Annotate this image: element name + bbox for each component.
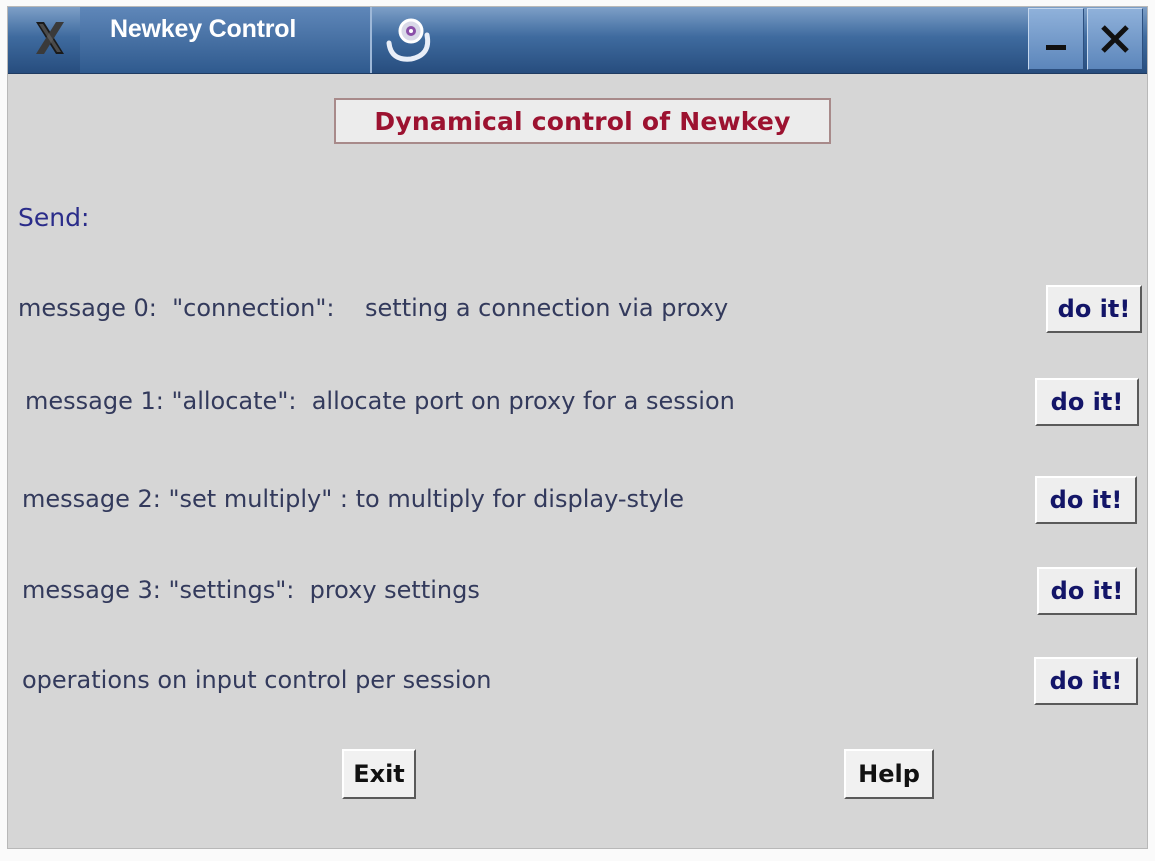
page-heading: Dynamical control of Newkey [334, 98, 831, 144]
window-title-tab[interactable]: Newkey Control [80, 7, 372, 73]
title-bar[interactable]: Newkey Control [8, 7, 1147, 74]
do-it-button-message-3[interactable]: do it! [1037, 567, 1137, 615]
message-2-label: message 2: "set multiply" : to multiply … [22, 485, 685, 513]
swirl-icon [381, 13, 437, 65]
do-it-button-message-4[interactable]: do it! [1034, 657, 1138, 705]
send-label: Send: [18, 203, 90, 232]
message-4-label: operations on input control per session [22, 666, 492, 694]
x-logo-icon[interactable] [28, 15, 72, 61]
help-button[interactable]: Help [844, 749, 934, 799]
message-1-label: message 1: "allocate": allocate port on … [25, 387, 735, 415]
minimize-button[interactable] [1028, 8, 1084, 70]
do-it-button-message-0[interactable]: do it! [1046, 285, 1142, 333]
window-title: Newkey Control [110, 15, 297, 43]
exit-button[interactable]: Exit [342, 749, 416, 799]
message-3-label: message 3: "settings": proxy settings [22, 576, 480, 604]
minimize-icon [1046, 45, 1066, 50]
newkey-control-window: Newkey Control Dynamical control of Newk… [7, 6, 1148, 849]
do-it-button-message-2[interactable]: do it! [1035, 476, 1137, 524]
close-icon [1101, 25, 1129, 53]
close-button[interactable] [1087, 8, 1143, 70]
message-0-label: message 0: "connection": setting a conne… [18, 294, 729, 322]
do-it-button-message-1[interactable]: do it! [1035, 378, 1139, 426]
